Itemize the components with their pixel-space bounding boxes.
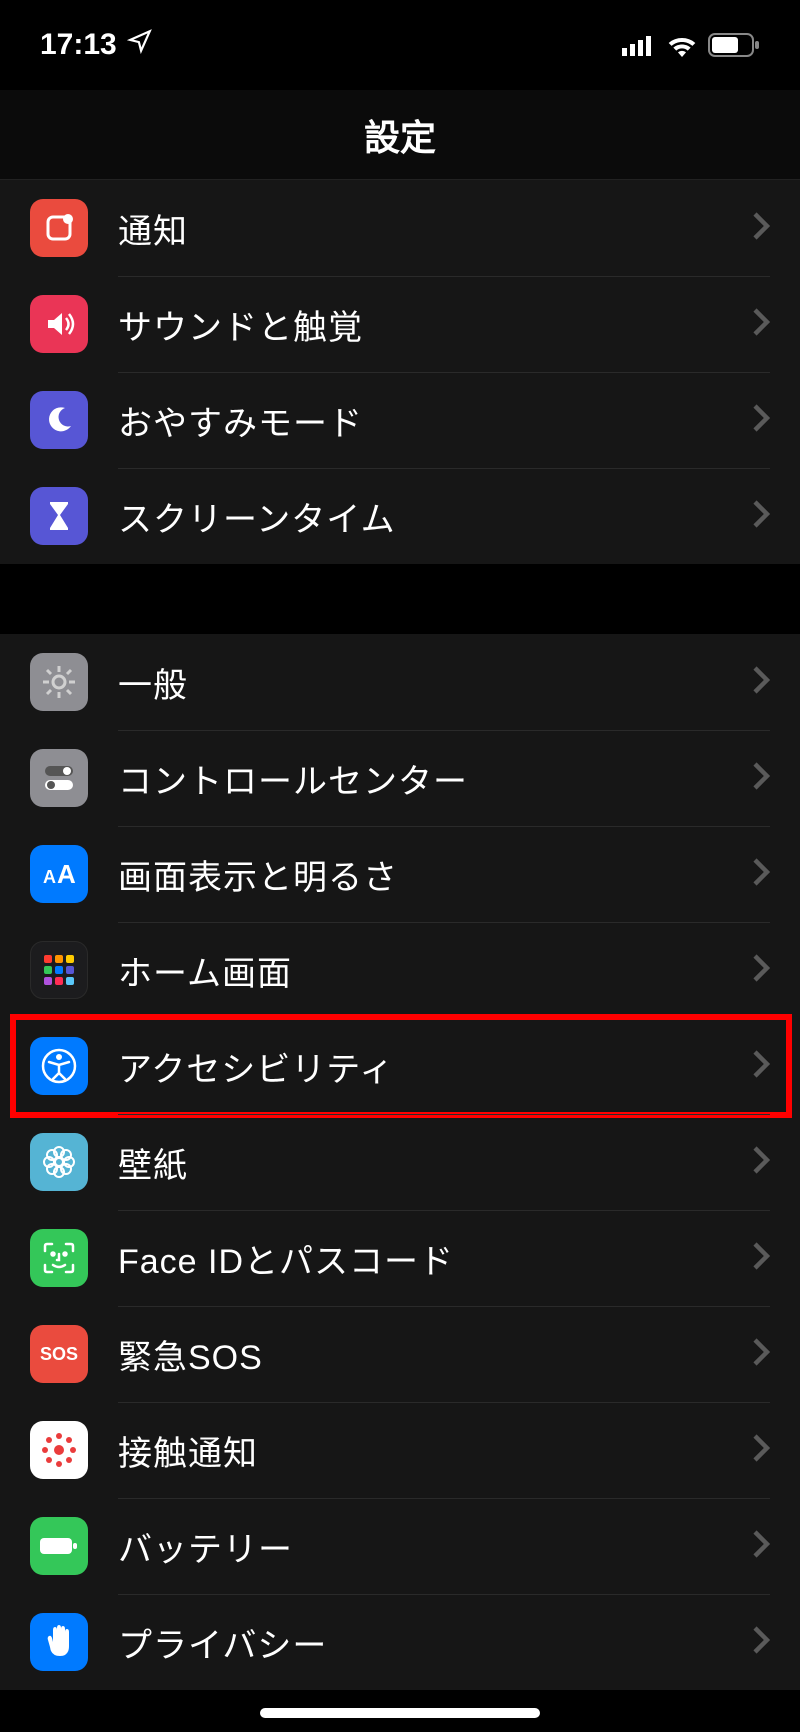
row-label: スクリーンタイム bbox=[118, 492, 752, 541]
exposure-icon bbox=[30, 1421, 88, 1479]
row-control-center[interactable]: コントロールセンター bbox=[0, 730, 800, 826]
chevron-right-icon bbox=[752, 1337, 770, 1372]
battery-icon bbox=[708, 33, 760, 57]
hand-icon bbox=[30, 1613, 88, 1671]
row-label: ホーム画面 bbox=[118, 946, 752, 995]
row-label: プライバシー bbox=[118, 1618, 752, 1667]
chevron-right-icon bbox=[752, 1049, 770, 1084]
svg-text:A: A bbox=[43, 867, 56, 887]
app-grid-icon bbox=[30, 941, 88, 999]
chevron-right-icon bbox=[752, 1241, 770, 1276]
row-general[interactable]: 一般 bbox=[0, 634, 800, 730]
sounds-icon bbox=[30, 295, 88, 353]
svg-text:SOS: SOS bbox=[40, 1344, 78, 1364]
text-size-icon: AA bbox=[30, 845, 88, 903]
row-sounds[interactable]: サウンドと触覚 bbox=[0, 276, 800, 372]
chevron-right-icon bbox=[752, 761, 770, 796]
faceid-icon bbox=[30, 1229, 88, 1287]
hourglass-icon bbox=[30, 487, 88, 545]
row-battery[interactable]: バッテリー bbox=[0, 1498, 800, 1594]
row-accessibility[interactable]: アクセシビリティ bbox=[0, 1018, 800, 1114]
cellular-icon bbox=[622, 34, 656, 56]
row-label: 通知 bbox=[118, 204, 752, 253]
row-faceid[interactable]: Face IDとパスコード bbox=[0, 1210, 800, 1306]
row-label: サウンドと触覚 bbox=[118, 300, 752, 349]
chevron-right-icon bbox=[752, 211, 770, 246]
gear-icon bbox=[30, 653, 88, 711]
chevron-right-icon bbox=[752, 403, 770, 438]
row-exposure[interactable]: 接触通知 bbox=[0, 1402, 800, 1498]
chevron-right-icon bbox=[752, 1625, 770, 1660]
sos-icon: SOS bbox=[30, 1325, 88, 1383]
chevron-right-icon bbox=[752, 1433, 770, 1468]
settings-section-2: 一般 コントロールセンター AA 画面表示と明るさ bbox=[0, 634, 800, 1690]
row-sos[interactable]: SOS 緊急SOS bbox=[0, 1306, 800, 1402]
row-label: 壁紙 bbox=[118, 1138, 752, 1187]
status-left: 17:13 bbox=[40, 28, 153, 62]
chevron-right-icon bbox=[752, 953, 770, 988]
row-label: 緊急SOS bbox=[118, 1330, 752, 1379]
chevron-right-icon bbox=[752, 857, 770, 892]
home-indicator[interactable] bbox=[260, 1708, 540, 1718]
row-dnd[interactable]: おやすみモード bbox=[0, 372, 800, 468]
row-label: おやすみモード bbox=[118, 396, 752, 445]
chevron-right-icon bbox=[752, 1145, 770, 1180]
status-bar: 17:13 bbox=[0, 0, 800, 90]
row-label: 接触通知 bbox=[118, 1426, 752, 1475]
chevron-right-icon bbox=[752, 307, 770, 342]
row-label: Face IDとパスコード bbox=[118, 1234, 752, 1283]
row-wallpaper[interactable]: 壁紙 bbox=[0, 1114, 800, 1210]
row-home-screen[interactable]: ホーム画面 bbox=[0, 922, 800, 1018]
notifications-icon bbox=[30, 199, 88, 257]
row-label: 画面表示と明るさ bbox=[118, 850, 752, 899]
battery-row-icon bbox=[30, 1517, 88, 1575]
status-time: 17:13 bbox=[40, 28, 117, 62]
row-label: バッテリー bbox=[118, 1522, 752, 1571]
status-right bbox=[622, 33, 760, 57]
wifi-icon bbox=[666, 33, 698, 57]
chevron-right-icon bbox=[752, 1529, 770, 1564]
chevron-right-icon bbox=[752, 499, 770, 534]
settings-section-1: 通知 サウンドと触覚 おやすみモード bbox=[0, 180, 800, 564]
toggles-icon bbox=[30, 749, 88, 807]
row-privacy[interactable]: プライバシー bbox=[0, 1594, 800, 1690]
chevron-right-icon bbox=[752, 665, 770, 700]
row-notifications[interactable]: 通知 bbox=[0, 180, 800, 276]
row-display[interactable]: AA 画面表示と明るさ bbox=[0, 826, 800, 922]
moon-icon bbox=[30, 391, 88, 449]
row-screentime[interactable]: スクリーンタイム bbox=[0, 468, 800, 564]
row-label: コントロールセンター bbox=[118, 754, 752, 803]
row-label: 一般 bbox=[118, 658, 752, 707]
row-label: アクセシビリティ bbox=[118, 1042, 752, 1091]
svg-text:A: A bbox=[57, 859, 76, 889]
accessibility-icon bbox=[30, 1037, 88, 1095]
location-icon bbox=[127, 28, 153, 62]
section-gap bbox=[0, 564, 800, 634]
flower-icon bbox=[30, 1133, 88, 1191]
page-title: 設定 bbox=[0, 90, 800, 180]
